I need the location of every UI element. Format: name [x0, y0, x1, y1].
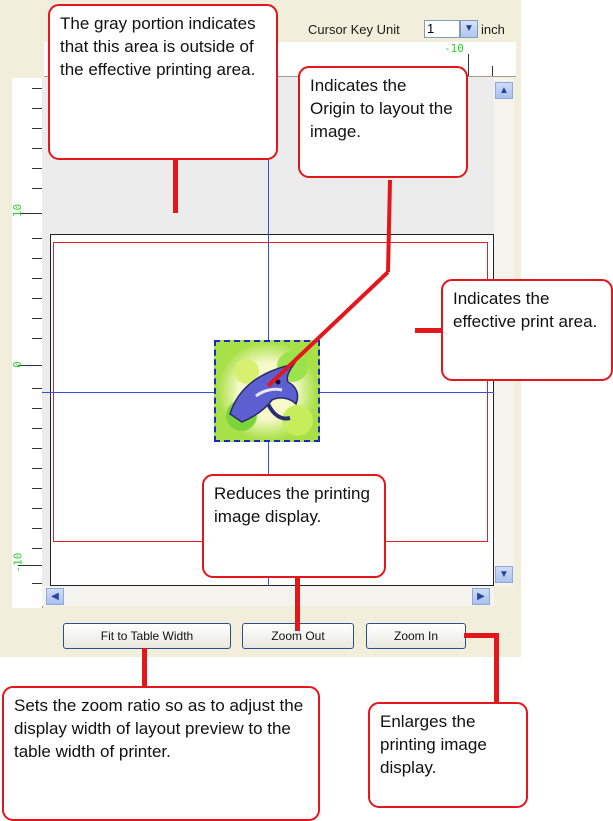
callout-leader — [464, 633, 498, 638]
cursor-key-unit-value: 1 — [427, 21, 435, 36]
chevron-down-icon: ▼ — [464, 23, 474, 34]
callout-origin: Indicates the Origin to layout the image… — [298, 66, 468, 178]
ruler-tick — [32, 128, 42, 129]
arrow-right-icon: ▶ — [477, 591, 485, 602]
ruler-tick — [32, 583, 42, 584]
ruler-tick — [32, 108, 42, 109]
ruler-tick — [32, 468, 42, 469]
callout-fit-to-width: Sets the zoom ratio so as to adjust the … — [2, 686, 320, 821]
ruler-tick — [32, 298, 42, 299]
scroll-right-button[interactable]: ▶ — [472, 588, 490, 605]
callout-effective-print-area: Indicates the effective print area. — [441, 279, 613, 381]
fit-to-table-width-button[interactable]: Fit to Table Width — [63, 623, 231, 649]
callout-enlarge: Enlarges the printing image display. — [368, 702, 528, 808]
horizontal-scrollbar[interactable]: ◀ ▶ — [42, 586, 494, 606]
ruler-tick — [492, 66, 493, 76]
ruler-tick — [32, 448, 42, 449]
scroll-up-button[interactable]: ▲ — [495, 82, 513, 99]
scroll-left-button[interactable]: ◀ — [46, 588, 64, 605]
callout-leader — [415, 328, 441, 333]
ruler-tick — [32, 258, 42, 259]
ruler-tick — [32, 148, 42, 149]
callout-gray-portion: The gray portion indicates that this are… — [48, 4, 278, 160]
callout-leader — [173, 158, 178, 213]
cursor-key-unit-label: Cursor Key Unit — [308, 22, 400, 37]
unit-suffix-label: inch — [481, 22, 505, 37]
ruler-number: -10 — [444, 42, 464, 55]
ruler-tick — [32, 278, 42, 279]
ruler-tick — [468, 54, 469, 76]
callout-leader — [142, 648, 147, 688]
ruler-number: -10 — [11, 552, 25, 573]
callout-leader — [295, 573, 300, 631]
ruler-tick — [32, 168, 42, 169]
ruler-number: 10 — [11, 203, 25, 218]
arrow-left-icon: ◀ — [51, 591, 59, 602]
origin-leader-line — [266, 179, 392, 388]
ruler-tick — [32, 548, 42, 549]
arrow-up-icon: ▲ — [499, 85, 509, 96]
cursor-key-unit-select[interactable]: 1 — [424, 20, 460, 38]
ruler-tick — [32, 188, 42, 189]
callout-leader — [494, 633, 499, 703]
ruler-tick — [32, 388, 42, 389]
ruler-tick — [32, 338, 42, 339]
ruler-tick — [32, 408, 42, 409]
ruler-tick — [32, 488, 42, 489]
zoom-in-button[interactable]: Zoom In — [366, 623, 466, 649]
ruler-tick — [32, 238, 42, 239]
ruler-tick — [32, 88, 42, 89]
callout-reduce: Reduces the printing image display. — [202, 474, 386, 578]
vertical-ruler: 10 0 -10 — [10, 78, 43, 608]
ruler-tick — [32, 508, 42, 509]
arrow-down-icon: ▼ — [499, 569, 509, 580]
unit-dropdown-button[interactable]: ▼ — [460, 20, 478, 38]
ruler-tick — [32, 318, 42, 319]
scroll-down-button[interactable]: ▼ — [495, 566, 513, 583]
ruler-tick — [32, 528, 42, 529]
ruler-tick — [32, 428, 42, 429]
ruler-number: 0 — [10, 361, 24, 368]
